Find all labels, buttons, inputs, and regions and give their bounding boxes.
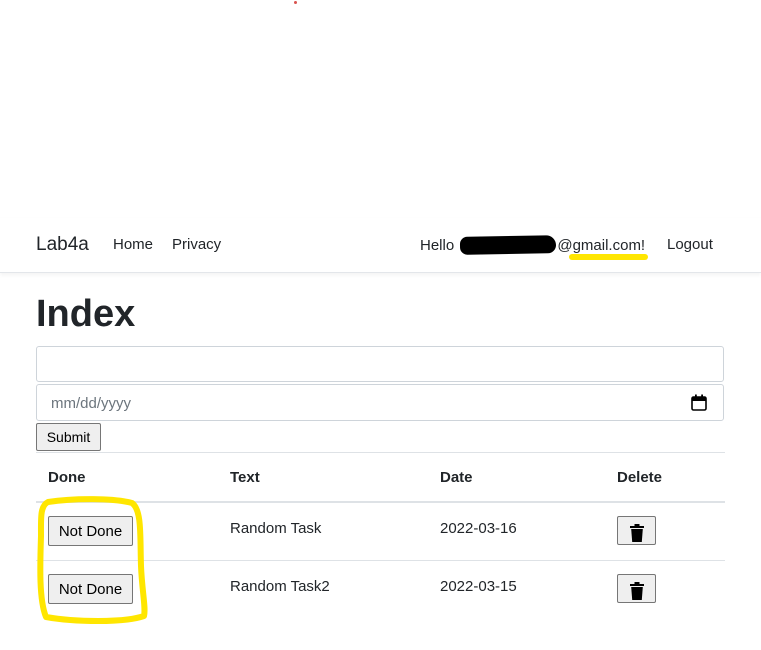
column-header-date: Date (440, 469, 473, 486)
table-row: Not Done Random Task 2022-03-16 (36, 503, 725, 561)
task-text-input[interactable] (36, 346, 724, 382)
page-title: Index (36, 293, 136, 335)
date-placeholder: mm/dd/yyyy (51, 395, 132, 412)
toggle-done-button[interactable]: Not Done (48, 516, 133, 546)
delete-button[interactable] (617, 574, 656, 603)
task-text-cell: Random Task2 (230, 578, 330, 595)
delete-button[interactable] (617, 516, 656, 545)
navbar: Lab4a Home Privacy Hello @gmail.com! Log… (0, 218, 761, 273)
navbar-brand[interactable]: Lab4a (36, 234, 89, 256)
calendar-icon[interactable] (691, 394, 707, 411)
trash-icon (629, 581, 644, 600)
task-date-input[interactable]: mm/dd/yyyy (36, 384, 724, 421)
task-text-cell: Random Task (230, 520, 322, 537)
column-header-text: Text (230, 469, 260, 486)
submit-button[interactable]: Submit (36, 423, 101, 451)
logout-link[interactable]: Logout (667, 236, 713, 253)
greeting-email-suffix: @gmail.com! (557, 237, 646, 254)
task-date-cell: 2022-03-16 (440, 520, 517, 537)
table-row: Not Done Random Task2 2022-03-15 (36, 561, 725, 619)
highlight-underline (569, 254, 648, 260)
table-divider (36, 452, 725, 453)
nav-link-home[interactable]: Home (113, 236, 153, 253)
task-date-cell: 2022-03-15 (440, 578, 517, 595)
redaction-mark (460, 235, 557, 255)
nav-link-privacy[interactable]: Privacy (172, 236, 221, 253)
column-header-delete: Delete (617, 469, 663, 486)
red-dot-artifact (294, 1, 297, 4)
greeting-prefix: Hello (420, 237, 459, 254)
column-header-done: Done (48, 469, 86, 486)
user-greeting: Hello @gmail.com! (420, 235, 646, 255)
toggle-done-button[interactable]: Not Done (48, 574, 133, 604)
trash-icon (629, 523, 644, 542)
